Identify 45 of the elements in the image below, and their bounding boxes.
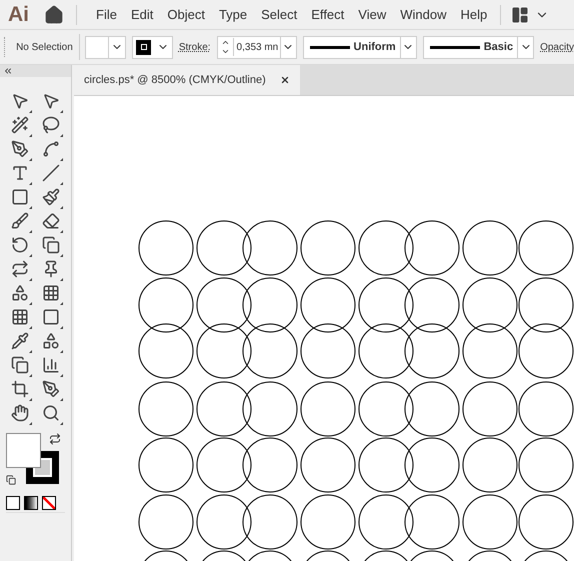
eyedropper-icon[interactable] — [11, 332, 29, 350]
magic-wand-icon[interactable] — [11, 116, 29, 134]
curvature-pen-icon[interactable] — [42, 140, 60, 158]
brush-dropdown[interactable]: Basic — [422, 36, 534, 58]
graph-tool-icon[interactable] — [42, 356, 60, 374]
variable-width-dropdown[interactable]: Uniform — [302, 36, 417, 58]
menu-item[interactable]: Help — [453, 4, 494, 24]
lasso-icon[interactable] — [42, 116, 60, 134]
selection-tool-icon[interactable] — [11, 92, 29, 110]
type-tool-icon[interactable] — [11, 164, 29, 182]
menu-item[interactable]: Object — [160, 4, 212, 24]
workspace-icon[interactable] — [511, 6, 530, 24]
menu-item[interactable]: Edit — [124, 4, 160, 24]
close-icon[interactable] — [280, 75, 290, 85]
chevron-up-icon[interactable] — [220, 38, 230, 47]
menu-item[interactable]: Window — [393, 4, 454, 24]
hand-tool-icon[interactable] — [11, 404, 29, 422]
gradient-mode-button[interactable] — [24, 496, 38, 510]
menu-item[interactable]: Effect — [304, 4, 352, 24]
rotate-tool-icon[interactable] — [11, 236, 29, 254]
fill-stroke-swatches[interactable] — [6, 433, 59, 484]
home-icon[interactable] — [44, 4, 64, 24]
zoom-tool-icon[interactable] — [42, 404, 60, 422]
stroke-dropdown[interactable] — [132, 36, 173, 58]
selection-label: No Selection — [16, 40, 73, 54]
rectangle-tool-icon[interactable] — [11, 188, 29, 206]
menu-item[interactable]: Type — [212, 4, 254, 24]
app-logo: Ai — [8, 2, 30, 28]
shaper-brush-icon[interactable] — [11, 212, 29, 230]
eraser-icon[interactable] — [42, 212, 60, 230]
collapse-icon[interactable] — [3, 66, 13, 76]
opacity-label[interactable]: Opacity — [540, 40, 574, 54]
menu-item[interactable]: View — [351, 4, 394, 24]
stroke-weight-field[interactable]: 0,353 mn — [216, 36, 297, 58]
color-mode-button[interactable] — [6, 496, 20, 510]
none-mode-button[interactable] — [42, 496, 56, 510]
menu-item[interactable]: File — [89, 4, 124, 24]
paintbrush-icon[interactable] — [42, 188, 60, 206]
menu-item[interactable]: Select — [254, 4, 304, 24]
pen-icon[interactable] — [11, 140, 29, 158]
chevron-down-icon[interactable] — [220, 47, 230, 56]
stroke-label[interactable]: Stroke: — [178, 40, 211, 54]
direct-selection-tool-icon[interactable] — [42, 92, 60, 110]
swap-icon[interactable] — [49, 433, 61, 445]
line-tool-icon[interactable] — [42, 164, 60, 182]
